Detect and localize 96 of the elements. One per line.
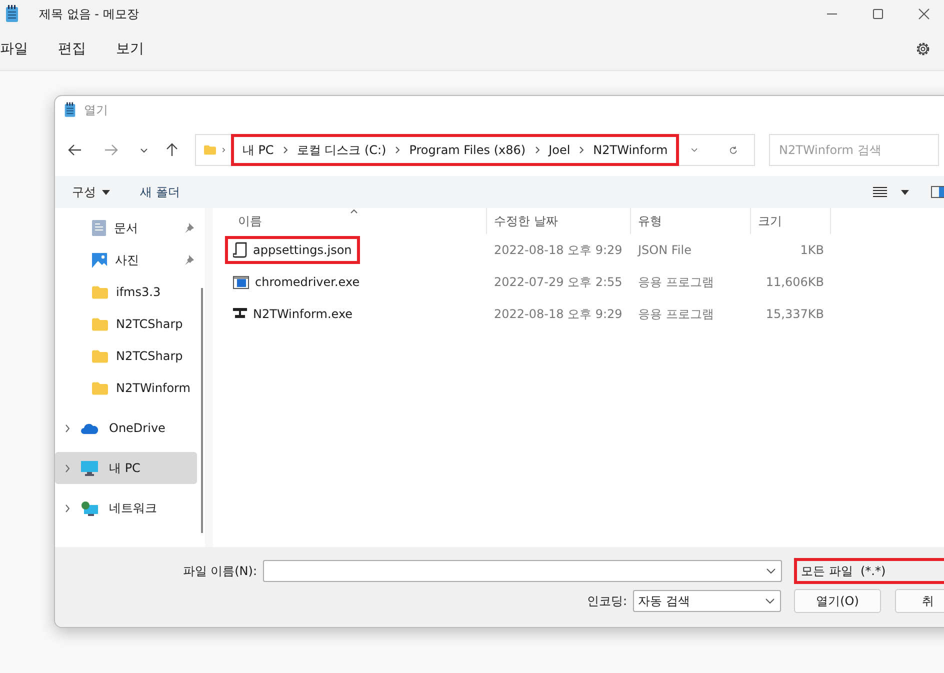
chevron-right-icon (282, 146, 288, 154)
dialog-title: 열기 (84, 102, 108, 118)
maximize-icon[interactable] (872, 8, 884, 20)
chevron-down-icon[interactable] (690, 147, 698, 153)
folder-icon (92, 350, 108, 362)
sidebar-item[interactable]: N2TCSharp (55, 340, 197, 372)
network-icon (81, 500, 98, 516)
sidebar-item[interactable]: OneDrive (55, 412, 197, 444)
toolbar-button[interactable]: 구성 (72, 184, 110, 200)
document-icon (92, 220, 106, 236)
sidebar-label: ifms3.3 (116, 285, 161, 299)
sidebar-label: N2TCSharp (116, 349, 183, 363)
sidebar-item[interactable]: ifms3.3 (55, 276, 197, 308)
close-icon[interactable] (918, 8, 930, 20)
sidebar-label: N2TWinform (116, 381, 190, 395)
table-cell-text: JSON File (636, 243, 692, 257)
forward-arrow-icon[interactable] (104, 144, 118, 156)
breadcrumb-item[interactable]: Program Files (x86) (409, 143, 526, 157)
chevron-right-icon (222, 146, 226, 154)
app-logo-icon (233, 307, 247, 321)
sidebar-label: OneDrive (109, 421, 166, 435)
scrollbar[interactable] (201, 288, 203, 533)
notepad-icon (64, 102, 76, 118)
table-cell-text: 2022-08-18 오후 9:29 (493, 242, 624, 258)
pin-icon (184, 223, 194, 233)
chevron-down-icon (766, 568, 776, 574)
search-field[interactable]: N2TWinform 검색 (769, 134, 939, 166)
column-header[interactable]: 수정한 날짜 (487, 208, 631, 234)
column-header[interactable]: 유형 (631, 208, 751, 234)
file-name-field[interactable] (263, 560, 782, 582)
sidebar-item[interactable]: 문서 (55, 212, 197, 244)
chevron-right-icon (579, 146, 584, 154)
column-header[interactable]: 이름 (213, 208, 487, 234)
sidebar-item[interactable]: 내 PC (55, 452, 197, 484)
monitor-icon (81, 460, 98, 476)
file-name[interactable]: N2TWinform.exe (225, 301, 361, 327)
table-cell-text: 2022-07-29 오후 2:55 (493, 274, 624, 290)
sidebar-item[interactable]: N2TCSharp (55, 308, 197, 340)
field-label: 인코딩: (586, 592, 627, 610)
sidebar-label: 문서 (114, 220, 138, 236)
menu-item[interactable]: 편집 (58, 40, 86, 58)
window-title: 제목 없음 - 메모장 (39, 6, 139, 22)
back-arrow-icon[interactable] (68, 144, 82, 156)
picture-icon (92, 252, 107, 268)
table-cell-text: 11,606KB (764, 275, 825, 289)
chevron-right-icon (395, 146, 400, 154)
menu-item[interactable]: 보기 (116, 40, 144, 58)
table-cell-text: 2022-08-18 오후 9:29 (493, 306, 624, 322)
dialog-button[interactable]: 취 (895, 589, 944, 613)
field-label: 파일 이름(N): (182, 562, 257, 580)
file-name[interactable]: chromedriver.exe (225, 269, 368, 295)
table-cell-text: 응용 프로그램 (637, 306, 715, 322)
settings-icon[interactable] (915, 41, 931, 57)
chevron-down-icon (765, 598, 775, 604)
column-header[interactable]: 크기 (751, 208, 831, 234)
sidebar-label: 사진 (115, 252, 139, 268)
caret-icon (102, 190, 110, 194)
chevron-right-icon (65, 504, 70, 512)
folder-icon (204, 143, 216, 157)
up-arrow-icon[interactable] (166, 143, 178, 157)
breadcrumb-item[interactable]: 로컬 디스크 (C:) (296, 142, 386, 158)
folder-icon (92, 382, 108, 394)
list-view-icon[interactable] (873, 186, 887, 198)
sidebar-item[interactable]: 네트워크 (55, 492, 197, 524)
sidebar-item[interactable]: 사진 (55, 244, 197, 276)
folder-icon (92, 318, 108, 330)
menu-item[interactable]: 파일 (0, 40, 28, 58)
chevron-right-icon (65, 424, 70, 432)
table-cell-text: 1KB (799, 243, 825, 257)
breadcrumb-item[interactable]: 내 PC (242, 142, 274, 158)
cloud-icon (81, 422, 98, 434)
breadcrumb-item[interactable]: Joel (548, 143, 570, 157)
caret-icon[interactable] (901, 190, 909, 194)
table-cell-text: 15,337KB (764, 307, 825, 321)
folder-icon (92, 286, 108, 298)
file-name[interactable]: appsettings.json (225, 236, 360, 264)
sidebar-label: 네트워크 (109, 500, 157, 516)
chevron-right-icon (65, 464, 70, 472)
chevron-right-icon (534, 146, 540, 154)
file-type-dropdown[interactable]: 모든 파일 (*.*) (794, 558, 944, 584)
sidebar-item[interactable]: N2TWinform (55, 372, 197, 404)
notepad-icon (5, 5, 19, 23)
chevron-down-icon[interactable] (140, 148, 148, 152)
preview-pane-icon[interactable] (931, 186, 944, 198)
dialog-button[interactable]: 열기(O) (794, 589, 881, 613)
pin-icon (184, 255, 194, 265)
application-icon (233, 276, 249, 288)
breadcrumb-item[interactable]: N2TWinform (593, 143, 668, 157)
encoding-dropdown[interactable]: 자동 검색 (633, 590, 781, 612)
address-bar[interactable]: 내 PC 로컬 디스크 (C:) Program Files (x86) Joel N2TWinform (195, 134, 755, 166)
table-cell-text: 응용 프로그램 (637, 274, 715, 290)
refresh-icon[interactable] (729, 144, 738, 156)
toolbar-button[interactable]: 새 폴더 (140, 184, 180, 200)
script-file-icon (233, 242, 247, 258)
sidebar-label: N2TCSharp (116, 317, 183, 331)
sidebar-label: 내 PC (109, 460, 140, 476)
